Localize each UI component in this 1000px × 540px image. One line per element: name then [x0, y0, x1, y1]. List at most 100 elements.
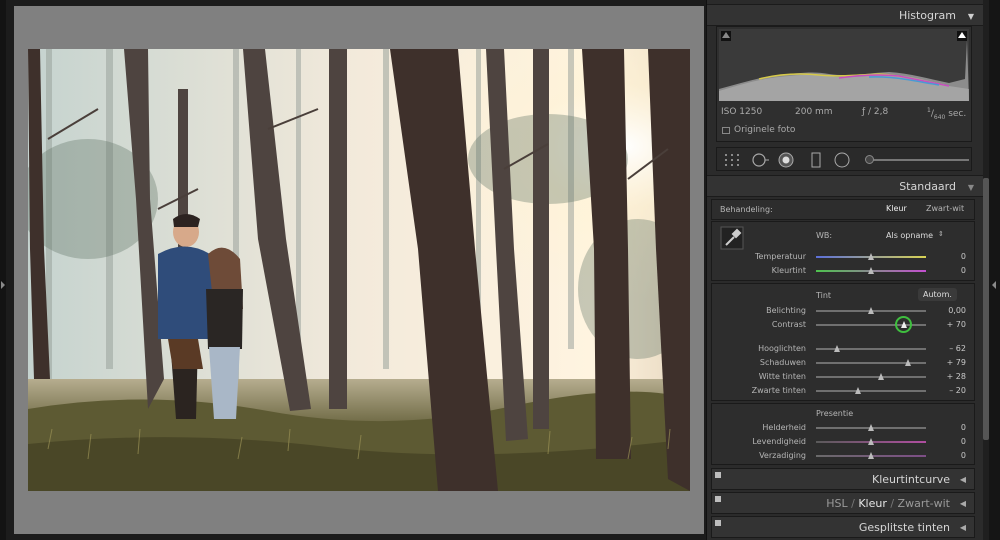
vibrance-slider-handle[interactable] [868, 438, 874, 445]
shadow-clipping-indicator[interactable] [721, 31, 731, 41]
whites-label: Witte tinten [758, 372, 806, 381]
expand-triangle-icon[interactable]: ◀ [960, 499, 966, 508]
panel-switch-icon[interactable] [715, 520, 721, 526]
blacks-slider-handle[interactable] [855, 387, 861, 394]
expand-left-panel-arrow-icon[interactable] [1, 281, 5, 289]
hsl-tabs: HSL / Kleur / Zwart-wit [826, 497, 950, 510]
hsl-separator: / [886, 497, 898, 510]
temperature-slider-handle[interactable] [868, 253, 874, 260]
histogram-curve [719, 39, 969, 101]
highlights-slider-handle[interactable] [834, 345, 840, 352]
adjustment-brush-size-track[interactable] [869, 159, 969, 161]
exposure-label: Belichting [766, 306, 806, 315]
tone-curve-panel-header[interactable]: Kleurtintcurve ◀ [711, 468, 975, 490]
collapse-right-panel-arrow-icon[interactable] [992, 281, 996, 289]
expand-triangle-icon[interactable]: ◀ [960, 523, 966, 532]
wb-dropdown[interactable]: Als opname [886, 231, 933, 240]
white-balance-section: WB: Als opname ⇕ Temperatuur 0 Kleurtint… [711, 221, 975, 281]
tone-curve-title: Kleurtintcurve [871, 473, 950, 486]
auto-tone-button[interactable]: Autom. [918, 288, 957, 301]
tool-strip [716, 147, 972, 171]
tone-section: Tint Autom. Belichting 0,00 Contrast + 7… [711, 283, 975, 401]
whites-slider[interactable] [816, 376, 926, 378]
shadows-slider-handle[interactable] [905, 359, 911, 366]
clarity-label: Helderheid [762, 423, 806, 432]
basic-panel-title: Standaard [899, 180, 956, 193]
shutter-denominator: 640 [933, 113, 946, 121]
forest-couple-photo [28, 49, 690, 491]
focal-length-readout: 200 mm [795, 107, 833, 117]
radial-filter-icon[interactable] [833, 152, 851, 168]
saturation-slider-handle[interactable] [868, 452, 874, 459]
contrast-slider-handle[interactable] [901, 321, 907, 328]
tint-slider-label: Kleurtint [771, 266, 806, 275]
contrast-value[interactable]: + 70 [926, 320, 966, 329]
develop-right-panel: Histogram ▼ ISO 1250 200 mm ƒ / 2,8 1/64… [706, 0, 984, 540]
basic-panel-header[interactable]: Standaard ▼ [707, 175, 984, 197]
aperture-readout: ƒ / 2,8 [862, 107, 889, 117]
original-photo-checkbox[interactable] [722, 127, 730, 134]
panel-switch-icon[interactable] [715, 496, 721, 502]
eyedropper-icon[interactable] [720, 226, 744, 250]
hsl-tab[interactable]: HSL [826, 497, 847, 510]
clarity-slider-handle[interactable] [868, 424, 874, 431]
hsl-bw-tab[interactable]: Zwart-wit [898, 497, 950, 510]
highlights-slider[interactable] [816, 348, 926, 350]
adjustment-brush-icon[interactable] [865, 155, 874, 164]
histogram-graph[interactable] [719, 29, 969, 101]
tint-slider-value[interactable]: 0 [926, 266, 966, 275]
vibrance-value[interactable]: 0 [926, 437, 966, 446]
panel-switch-icon[interactable] [715, 472, 721, 478]
wb-label: WB: [816, 231, 833, 240]
histogram-panel: ISO 1250 200 mm ƒ / 2,8 1/640 sec. Origi… [716, 26, 972, 142]
tint-slider-handle[interactable] [868, 267, 874, 274]
split-toning-title: Gesplitste tinten [858, 521, 950, 534]
tone-label: Tint [816, 291, 832, 300]
expand-triangle-icon[interactable]: ◀ [960, 475, 966, 484]
histogram-header[interactable]: Histogram ▼ [707, 4, 984, 26]
whites-slider-handle[interactable] [878, 373, 884, 380]
whites-value[interactable]: + 28 [926, 372, 966, 381]
shutter-readout: 1/640 sec. [927, 107, 967, 121]
image-canvas [14, 6, 704, 534]
contrast-label: Contrast [771, 320, 806, 329]
collapse-triangle-icon[interactable]: ▼ [968, 12, 974, 21]
hsl-panel-header[interactable]: HSL / Kleur / Zwart-wit ◀ [711, 492, 975, 514]
histogram-title: Histogram [898, 9, 956, 22]
saturation-value[interactable]: 0 [926, 451, 966, 460]
spot-removal-icon[interactable] [751, 152, 769, 168]
split-toning-panel-header[interactable]: Gesplitste tinten ◀ [711, 516, 975, 538]
vibrance-label: Levendigheid [752, 437, 806, 446]
right-panel-toggle-strip[interactable] [989, 0, 1000, 540]
exposure-value[interactable]: 0,00 [926, 306, 966, 315]
graduated-filter-icon[interactable] [807, 152, 825, 168]
hsl-color-tab[interactable]: Kleur [858, 497, 887, 510]
presence-label: Presentie [816, 409, 854, 418]
left-panel-toggle-strip[interactable] [0, 0, 6, 540]
clarity-value[interactable]: 0 [926, 423, 966, 432]
shutter-unit: sec. [945, 109, 967, 119]
temperature-value[interactable]: 0 [926, 252, 966, 261]
treatment-label: Behandeling: [720, 205, 773, 214]
collapse-triangle-icon[interactable]: ▼ [968, 183, 974, 192]
treatment-bw-option[interactable]: Zwart-wit [926, 204, 964, 213]
blacks-label: Zwarte tinten [751, 386, 806, 395]
blacks-slider[interactable] [816, 390, 926, 392]
red-eye-icon[interactable] [777, 152, 795, 168]
saturation-label: Verzadiging [759, 451, 806, 460]
photo-preview[interactable] [28, 49, 690, 491]
presence-section: Presentie Helderheid 0 Levendigheid 0 Ve… [711, 403, 975, 465]
original-photo-label: Originele foto [734, 125, 796, 135]
highlights-value[interactable]: – 62 [926, 344, 966, 353]
wb-dropdown-arrow-icon[interactable]: ⇕ [938, 230, 944, 238]
highlights-label: Hooglichten [758, 344, 806, 353]
shadows-label: Schaduwen [759, 358, 806, 367]
shutter-numerator: 1 [927, 107, 931, 114]
crop-overlay-icon[interactable] [723, 152, 741, 168]
treatment-color-option[interactable]: Kleur [886, 204, 907, 213]
blacks-value[interactable]: – 20 [926, 386, 966, 395]
exposure-slider-handle[interactable] [868, 307, 874, 314]
iso-readout: ISO 1250 [721, 107, 763, 117]
shadows-value[interactable]: + 79 [926, 358, 966, 367]
highlight-clipping-indicator[interactable] [957, 31, 967, 41]
